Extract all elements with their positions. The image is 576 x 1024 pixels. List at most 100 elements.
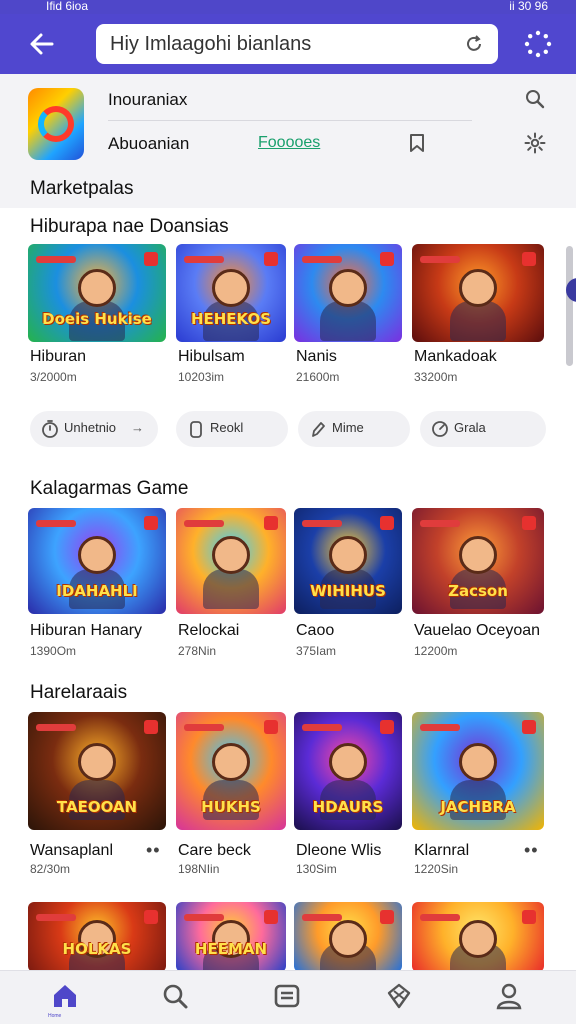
- character-head: [459, 920, 497, 959]
- game-size: 375Iam: [296, 644, 337, 658]
- game-thumbnail[interactable]: JACHBRA: [412, 712, 544, 830]
- tile-tag: [36, 256, 76, 263]
- game-title[interactable]: Klarnral: [414, 842, 469, 860]
- nav-label-home: Home: [48, 1013, 62, 1019]
- game-thumbnail[interactable]: [294, 902, 402, 972]
- tile-tag: [36, 520, 76, 527]
- tile-badge: [144, 910, 158, 924]
- game-logo-text: HEEMAN: [194, 940, 268, 958]
- character-head: [329, 742, 367, 781]
- tile-tag: [420, 724, 460, 731]
- game-thumbnail[interactable]: HEHEKOS: [176, 244, 286, 342]
- tile-tag: [36, 914, 76, 921]
- game-logo-text: Zacson: [448, 582, 508, 600]
- character-head: [212, 535, 250, 574]
- game-thumbnail[interactable]: [412, 902, 544, 972]
- tile-tag: [302, 256, 342, 263]
- game-size: 10203im: [178, 370, 225, 384]
- game-title[interactable]: Dleone Wlis: [296, 842, 381, 860]
- game-logo-text: IDAHAHLI: [56, 582, 138, 600]
- game-logo-text: HEHEKOS: [190, 310, 272, 328]
- tile-badge: [144, 252, 158, 266]
- game-thumbnail[interactable]: HEEMAN: [176, 902, 286, 972]
- filter-chip[interactable]: Reokl: [176, 411, 288, 447]
- game-title[interactable]: Vauelao Oceyoan: [414, 622, 540, 640]
- character-head: [459, 535, 497, 574]
- game-thumbnail[interactable]: Doeis Hukise: [28, 244, 166, 342]
- pencil-icon: [312, 422, 325, 437]
- tile-badge: [380, 720, 394, 734]
- app-info-card: Inouraniax Abuoanian Fooooes Marketpalas: [0, 74, 576, 208]
- game-title[interactable]: Nanis: [296, 348, 337, 366]
- filter-chip[interactable]: Grala: [420, 411, 546, 447]
- more-options-icon[interactable]: ••: [146, 840, 161, 861]
- library-icon[interactable]: [272, 981, 302, 1011]
- game-logo-text: HOLKAS: [62, 940, 132, 958]
- app-developer: Abuoanian: [108, 134, 190, 153]
- game-thumbnail[interactable]: [294, 244, 402, 342]
- game-size: 278Nin: [178, 644, 217, 658]
- game-thumbnail[interactable]: [412, 244, 544, 342]
- section-title: Harelaraais: [30, 682, 128, 703]
- tile-badge: [144, 516, 158, 530]
- tile-tag: [302, 520, 342, 527]
- search-input[interactable]: Hiy Imlaagohi bianlans: [96, 24, 498, 64]
- game-size: 12200m: [414, 644, 458, 658]
- filter-chip[interactable]: Unhetnio →: [30, 411, 158, 447]
- tile-tag: [184, 256, 224, 263]
- character-head: [212, 742, 250, 781]
- game-thumbnail[interactable]: WIHIHUS: [294, 508, 402, 614]
- game-size: 3/2000m: [30, 370, 77, 384]
- game-title[interactable]: Care beck: [178, 842, 251, 860]
- status-bar: Ifid 6ioa ii 30 96: [0, 0, 576, 14]
- search-icon[interactable]: [160, 981, 190, 1011]
- tile-tag: [184, 520, 224, 527]
- profile-icon[interactable]: [494, 981, 524, 1011]
- status-time: Ifid 6ioa: [46, 0, 89, 13]
- game-logo-text: TAEOOAN: [56, 798, 138, 816]
- timer-icon: [42, 420, 58, 438]
- game-logo-text: WIHIHUS: [310, 582, 386, 600]
- back-button[interactable]: [24, 26, 60, 62]
- tile-tag: [184, 724, 224, 731]
- character-head: [78, 535, 116, 574]
- tile-badge: [380, 252, 394, 266]
- game-thumbnail[interactable]: HUKHS: [176, 712, 286, 830]
- tile-tag: [420, 914, 460, 921]
- search-icon[interactable]: [524, 88, 546, 110]
- game-title[interactable]: Hibulsam: [178, 348, 245, 366]
- tag-icon: [190, 421, 202, 438]
- character-head: [78, 742, 116, 781]
- refresh-icon[interactable]: [464, 34, 484, 54]
- marketplace-heading: Marketpalas: [30, 178, 134, 199]
- game-thumbnail[interactable]: TAEOOAN: [28, 712, 166, 830]
- scrollbar-thumb[interactable]: [566, 246, 573, 366]
- app-logo-icon[interactable]: [28, 88, 84, 160]
- game-title[interactable]: Mankadoak: [414, 348, 497, 366]
- gear-icon[interactable]: [524, 132, 546, 154]
- bookmark-icon[interactable]: [406, 132, 428, 154]
- bottom-navigation: Home: [0, 970, 576, 1024]
- more-options-icon[interactable]: ••: [524, 840, 539, 861]
- game-title[interactable]: Hiburan Hanary: [30, 622, 142, 640]
- follow-link[interactable]: Fooooes: [258, 134, 320, 152]
- loading-spinner-icon[interactable]: [524, 30, 552, 58]
- game-thumbnail[interactable]: HOLKAS: [28, 902, 166, 972]
- tile-tag: [184, 914, 224, 921]
- game-logo-text: Doeis Hukise: [42, 310, 152, 328]
- game-title[interactable]: Caoo: [296, 622, 334, 640]
- game-title[interactable]: Relockai: [178, 622, 239, 640]
- tile-badge: [522, 516, 536, 530]
- game-thumbnail[interactable]: HDAURS: [294, 712, 402, 830]
- game-thumbnail[interactable]: IDAHAHLI: [28, 508, 166, 614]
- home-icon[interactable]: [50, 981, 80, 1011]
- filter-chip[interactable]: Mime: [298, 411, 410, 447]
- game-thumbnail[interactable]: Zacson: [412, 508, 544, 614]
- offers-icon[interactable]: [384, 981, 414, 1011]
- game-title[interactable]: Hiburan: [30, 348, 86, 366]
- game-thumbnail[interactable]: [176, 508, 286, 614]
- tile-badge: [264, 910, 278, 924]
- character-head: [329, 535, 367, 574]
- game-title[interactable]: Wansaplanl: [30, 842, 113, 860]
- chip-label: Unhetnio: [64, 420, 117, 435]
